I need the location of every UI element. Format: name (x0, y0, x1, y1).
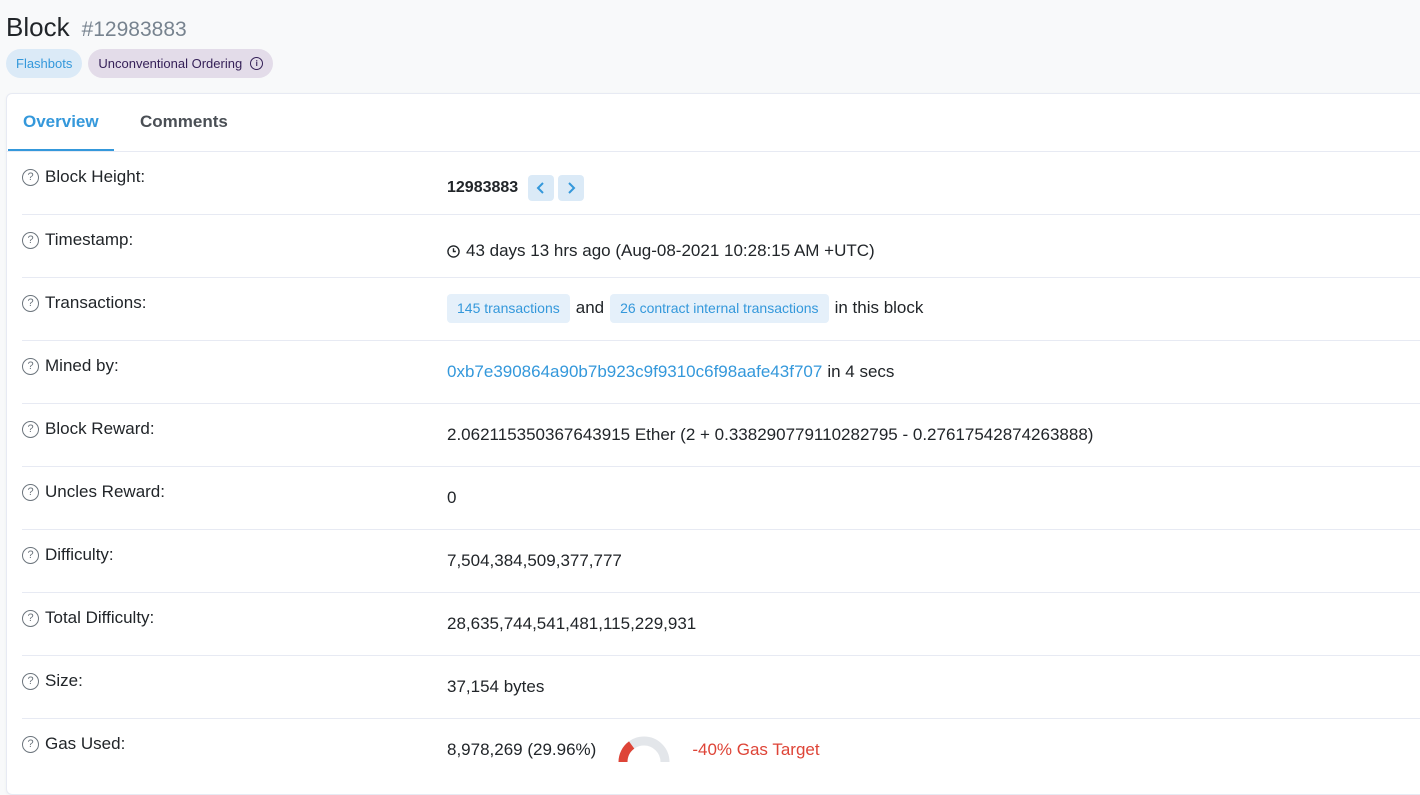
row-gas-used: ? Gas Used: 8,978,269 (29.96%) -40% Gas … (22, 719, 1420, 781)
transactions-label: Transactions: (45, 293, 147, 312)
previous-block-button[interactable] (528, 175, 555, 201)
question-circle-icon[interactable]: ? (22, 420, 39, 438)
mined-time-text: in 4 secs (827, 362, 895, 381)
block-details: ? Block Height: 12983883 ? Timestamp: 43 (22, 152, 1420, 781)
badge-group: Flashbots Unconventional Ordering i (6, 49, 274, 78)
uncles-reward-label: Uncles Reward: (45, 482, 165, 501)
difficulty-label-wrap: ? Difficulty: (22, 530, 114, 580)
gas-gauge (618, 736, 670, 763)
row-timestamp: ? Timestamp: 43 days 13 hrs ago (Aug-08-… (22, 215, 1420, 278)
uncles-reward-value: 0 (447, 488, 457, 507)
gas-used-value: 8,978,269 (29.96%) (447, 740, 597, 759)
question-circle-icon[interactable]: ? (22, 294, 39, 312)
difficulty-label: Difficulty: (45, 545, 114, 564)
mined-by-label: Mined by: (45, 356, 119, 375)
tab-bar: Overview Comments (7, 94, 1420, 152)
block-reward-value-wrap: 2.062115350367643915 Ether (2 + 0.338290… (447, 404, 1093, 466)
total-difficulty-value: 28,635,744,541,481,115,229,931 (447, 614, 697, 633)
flashbots-badge-label: Flashbots (16, 56, 73, 71)
block-height-value: 12983883 (447, 179, 519, 196)
block-number-subtitle: #12983883 (81, 18, 187, 41)
mined-by-value-wrap: 0xb7e390864a90b7b923c9f9310c6f98aafe43f7… (447, 341, 894, 403)
row-transactions: ? Transactions: 145 transactions and 26 … (22, 278, 1420, 341)
uncles-reward-label-wrap: ? Uncles Reward: (22, 467, 165, 517)
row-uncles-reward: ? Uncles Reward: 0 (22, 467, 1420, 530)
info-circle-icon[interactable]: i (250, 57, 264, 70)
total-difficulty-label: Total Difficulty: (45, 608, 155, 627)
block-height-value-wrap: 12983883 (447, 152, 585, 224)
question-circle-icon[interactable]: ? (22, 357, 39, 375)
difficulty-value-wrap: 7,504,384,509,377,777 (447, 530, 622, 592)
size-label: Size: (45, 671, 83, 690)
question-circle-icon[interactable]: ? (22, 546, 39, 564)
total-difficulty-label-wrap: ? Total Difficulty: (22, 593, 154, 643)
block-height-label-wrap: ? Block Height: (22, 152, 145, 202)
gas-used-value-wrap: 8,978,269 (29.96%) -40% Gas Target (447, 719, 820, 781)
transactions-label-wrap: ? Transactions: (22, 278, 146, 328)
row-difficulty: ? Difficulty: 7,504,384,509,377,777 (22, 530, 1420, 593)
transactions-value-wrap: 145 transactions and 26 contract interna… (447, 278, 929, 338)
flashbots-badge[interactable]: Flashbots (6, 49, 83, 78)
timestamp-value-wrap: 43 days 13 hrs ago (Aug-08-2021 10:28:15… (447, 215, 875, 287)
timestamp-label: Timestamp: (45, 230, 134, 249)
block-overview-card: Overview Comments ? Block Height: 129838… (6, 93, 1420, 795)
block-reward-value: 2.062115350367643915 Ether (2 + 0.338290… (447, 425, 1094, 444)
question-circle-icon[interactable]: ? (22, 672, 39, 690)
ordering-badge-label: Unconventional Ordering (98, 56, 243, 71)
in-this-block-text: in this block (834, 298, 924, 317)
row-mined-by: ? Mined by: 0xb7e390864a90b7b923c9f9310c… (22, 341, 1420, 404)
question-circle-icon[interactable]: ? (22, 231, 39, 249)
gas-target-text: -40% Gas Target (692, 740, 820, 759)
question-circle-icon[interactable]: ? (22, 735, 39, 753)
gauge-fill (618, 741, 635, 763)
and-text: and (575, 298, 605, 317)
transactions-link[interactable]: 145 transactions (447, 293, 570, 323)
block-reward-label-wrap: ? Block Reward: (22, 404, 155, 454)
timestamp-label-wrap: ? Timestamp: (22, 215, 133, 265)
row-block-reward: ? Block Reward: 2.062115350367643915 Eth… (22, 404, 1420, 467)
internal-transactions-link[interactable]: 26 contract internal transactions (610, 293, 829, 323)
uncles-reward-value-wrap: 0 (447, 467, 456, 529)
row-block-height: ? Block Height: 12983883 (22, 152, 1420, 215)
clock-icon (447, 244, 460, 258)
next-block-button[interactable] (558, 175, 585, 201)
mined-by-label-wrap: ? Mined by: (22, 341, 119, 391)
question-circle-icon[interactable]: ? (22, 168, 39, 186)
title-row: Block #12983883 (6, 12, 273, 43)
tab-comments[interactable]: Comments (125, 94, 243, 150)
page-header: Block #12983883 Flashbots Unconventional… (6, 12, 274, 78)
difficulty-value: 7,504,384,509,377,777 (447, 551, 622, 570)
gas-used-label-wrap: ? Gas Used: (22, 719, 125, 769)
timestamp-value: 43 days 13 hrs ago (Aug-08-2021 10:28:15… (466, 241, 875, 260)
question-circle-icon[interactable]: ? (22, 609, 39, 627)
unconventional-ordering-badge[interactable]: Unconventional Ordering i (88, 49, 274, 78)
total-difficulty-value-wrap: 28,635,744,541,481,115,229,931 (447, 593, 696, 655)
gas-used-label: Gas Used: (45, 734, 126, 753)
page-title: Block (6, 12, 70, 42)
chevron-left-icon (536, 182, 544, 194)
row-size: ? Size: 37,154 bytes (22, 656, 1420, 719)
block-reward-label: Block Reward: (45, 419, 155, 438)
block-height-label: Block Height: (45, 167, 146, 186)
size-value: 37,154 bytes (447, 677, 545, 696)
tab-overview[interactable]: Overview (8, 94, 114, 151)
size-value-wrap: 37,154 bytes (447, 656, 544, 718)
miner-address-link[interactable]: 0xb7e390864a90b7b923c9f9310c6f98aafe43f7… (447, 362, 822, 382)
row-total-difficulty: ? Total Difficulty: 28,635,744,541,481,1… (22, 593, 1420, 656)
chevron-right-icon (568, 182, 576, 194)
size-label-wrap: ? Size: (22, 656, 83, 706)
question-circle-icon[interactable]: ? (22, 483, 39, 501)
